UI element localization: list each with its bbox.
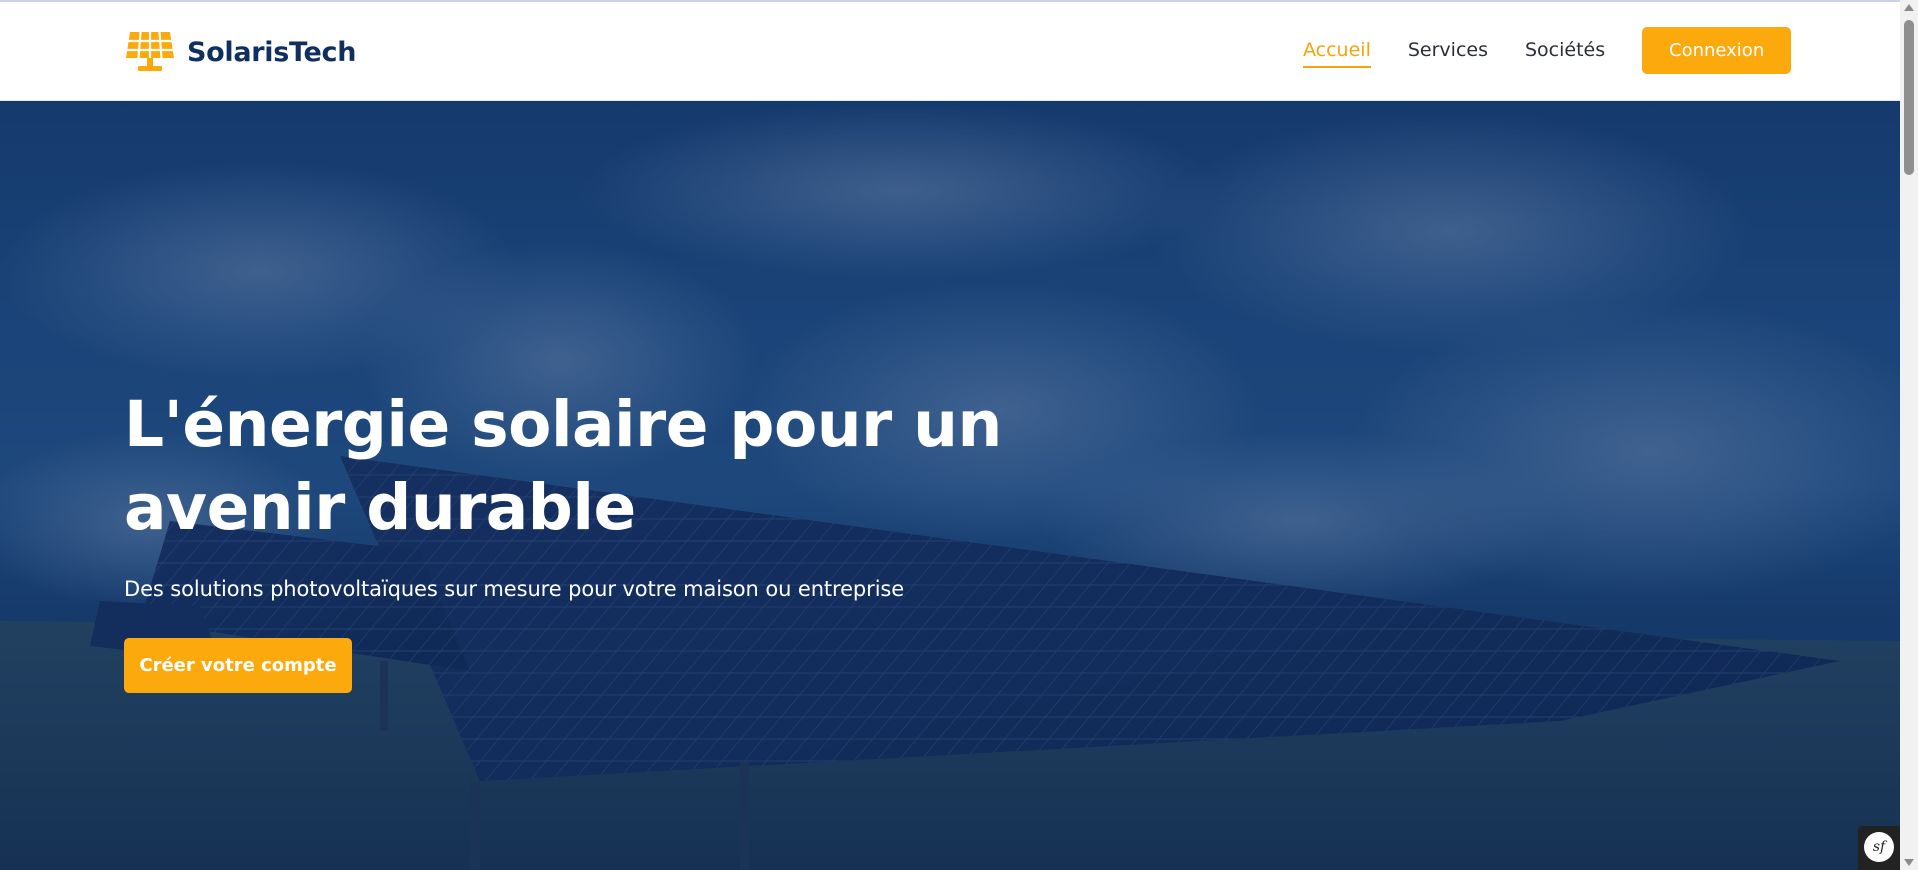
hero-title: L'énergie solaire pour un avenir durable [124, 383, 1024, 549]
nav-item-societes[interactable]: Sociétés [1525, 27, 1605, 74]
hero-content: L'énergie solaire pour un avenir durable… [124, 383, 1024, 693]
nav-item-accueil[interactable]: Accueil [1303, 27, 1371, 74]
hero-section: L'énergie solaire pour un avenir durable… [0, 101, 1900, 870]
main-nav: Accueil Services Sociétés Connexion [1303, 27, 1792, 74]
create-account-button[interactable]: Créer votre compte [124, 638, 352, 693]
brand-logo[interactable]: SolarisTech [124, 30, 356, 74]
scroll-down-arrow-icon[interactable] [1904, 859, 1914, 866]
hero-title-line1: L'énergie solaire pour un [124, 388, 1002, 461]
site-header: SolarisTech Accueil Services Sociétés Co… [0, 2, 1900, 101]
brand-name: SolarisTech [187, 36, 357, 68]
hero-subtitle: Des solutions photovoltaïques sur mesure… [124, 577, 905, 601]
hero-title-line2: avenir durable [124, 471, 636, 544]
debug-toolbar-toggle[interactable]: sf [1858, 826, 1900, 870]
login-button[interactable]: Connexion [1642, 27, 1792, 74]
symfony-icon: sf [1864, 832, 1894, 862]
page-scrollbar[interactable] [1900, 0, 1918, 870]
nav-item-services[interactable]: Services [1408, 27, 1488, 74]
scroll-thumb[interactable] [1904, 20, 1914, 175]
solar-panel-icon [126, 31, 174, 71]
scroll-up-arrow-icon[interactable] [1904, 4, 1914, 11]
